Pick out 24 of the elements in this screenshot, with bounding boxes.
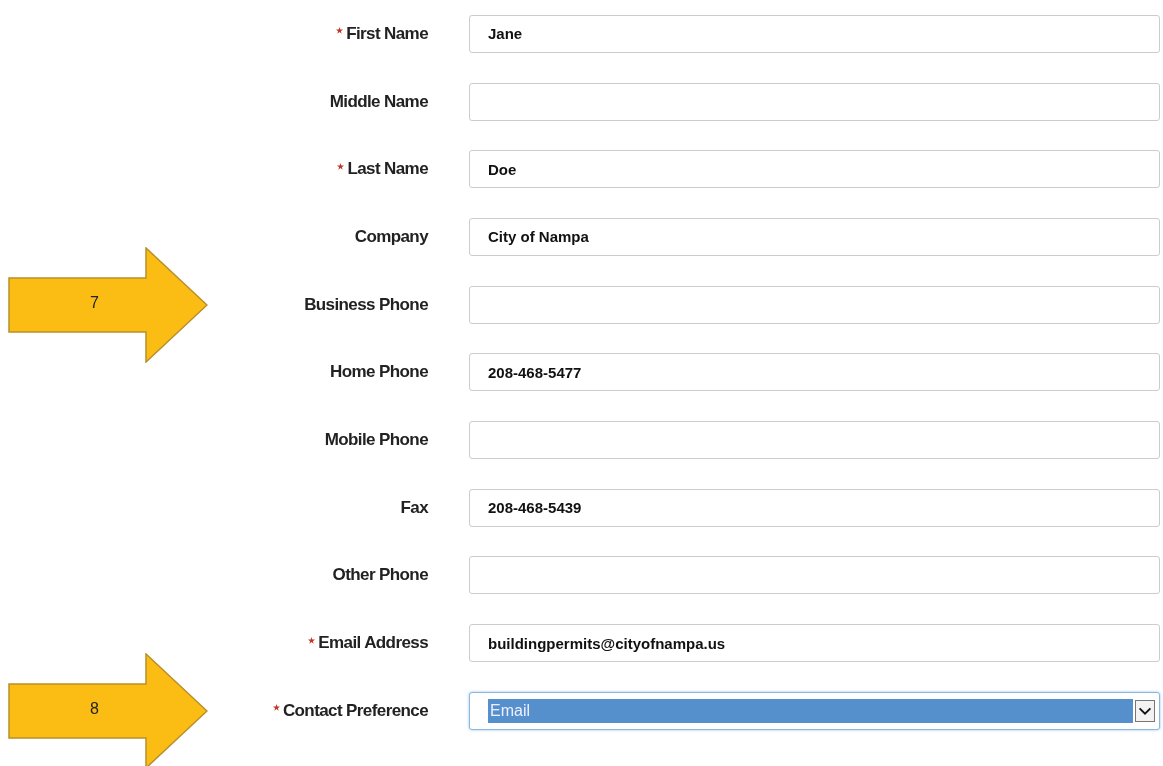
callout-number: 7 — [90, 293, 99, 312]
caret-icon — [1135, 699, 1155, 722]
input-field[interactable] — [469, 556, 1160, 595]
input-field[interactable]: Doe — [469, 150, 1160, 189]
field-label: Contact Preference — [282, 700, 428, 721]
field-label: Last Name — [347, 159, 428, 180]
input-field[interactable] — [469, 420, 1160, 459]
input-field[interactable]: buildingpermits@cityofnampa.us — [469, 624, 1160, 663]
field-label: Other Phone — [332, 565, 428, 586]
input-field[interactable]: Jane — [469, 14, 1160, 53]
field-label: Mobile Phone — [324, 429, 428, 450]
field-label: Company — [354, 226, 428, 247]
field-label: Email Address — [318, 633, 428, 654]
callout-number: 8 — [90, 699, 99, 718]
field-label: Home Phone — [330, 362, 428, 383]
input-field[interactable]: 208-468-5477 — [469, 353, 1160, 392]
field-label: Middle Name — [329, 91, 428, 112]
input-field[interactable]: City of Nampa — [469, 217, 1160, 256]
input-field[interactable]: 208-468-5439 — [469, 488, 1160, 527]
field-label: Business Phone — [304, 294, 428, 315]
field-label: First Name — [346, 23, 428, 44]
field-label: Fax — [400, 497, 428, 518]
input-field[interactable] — [469, 285, 1160, 324]
input-field[interactable] — [469, 82, 1160, 121]
